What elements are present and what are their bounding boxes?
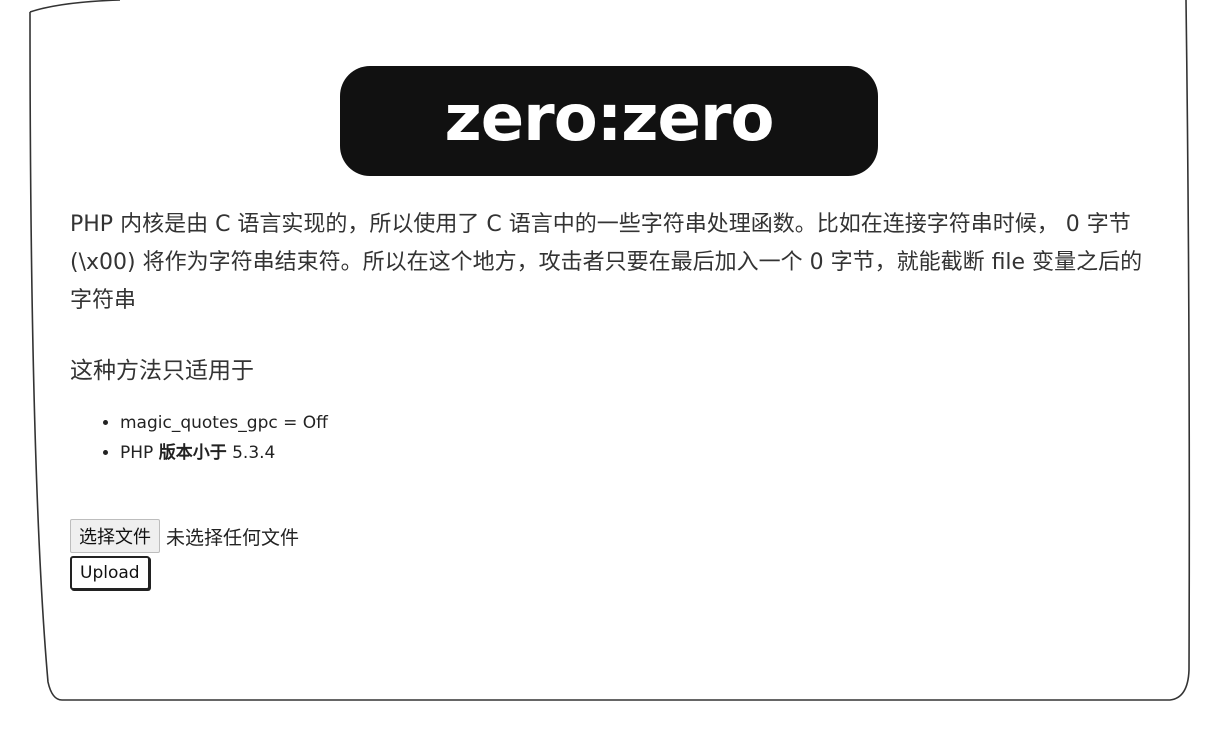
file-input-row: 选择文件 未选择任何文件 <box>70 518 1160 554</box>
logo-text: zero:zero <box>444 82 775 156</box>
choose-file-button[interactable]: 选择文件 <box>70 519 160 553</box>
condition-suffix: 5.3.4 <box>226 443 276 463</box>
condition-prefix: PHP <box>120 443 159 463</box>
conditions-list: magic_quotes_gpc = Off PHP 版本小于 5.3.4 <box>70 408 1160 468</box>
intro-paragraph: PHP 内核是由 C 语言实现的，所以使用了 C 语言中的一些字符串处理函数。比… <box>70 212 1143 313</box>
condition-text: magic_quotes_gpc = Off <box>120 413 328 433</box>
upload-button[interactable]: Upload <box>70 556 150 590</box>
zero-zero-logo: zero:zero <box>340 66 878 176</box>
condition-item-magic-quotes: magic_quotes_gpc = Off <box>120 408 1160 438</box>
condition-item-php-version: PHP 版本小于 5.3.4 <box>120 438 1160 468</box>
file-status-text: 未选择任何文件 <box>166 526 300 549</box>
applicability-heading: 这种方法只适用于 <box>70 358 254 384</box>
condition-bold: 版本小于 <box>158 443 227 463</box>
upload-form: 选择文件 未选择任何文件 Upload <box>70 518 1160 590</box>
main-content: zero:zero PHP 内核是由 C 语言实现的，所以使用了 C 语言中的一… <box>70 66 1160 590</box>
